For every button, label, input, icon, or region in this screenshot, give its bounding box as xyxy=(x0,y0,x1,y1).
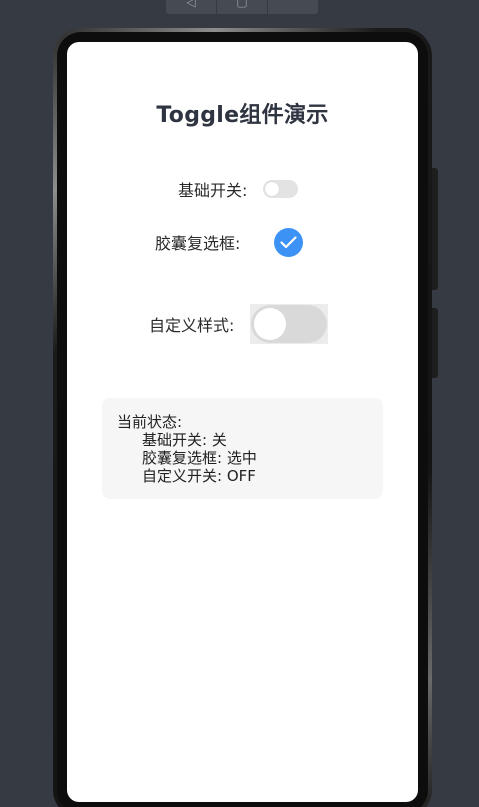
volume-button[interactable] xyxy=(432,168,438,290)
checkmark-icon xyxy=(280,235,298,248)
basic-toggle-knob xyxy=(265,182,280,196)
status-custom-line: 自定义开关: OFF xyxy=(142,467,256,485)
custom-toggle-knob xyxy=(254,308,287,340)
capsule-checkbox-row: 胶囊复选框: xyxy=(155,227,304,257)
custom-toggle-label: 自定义样式: xyxy=(149,316,235,335)
emulator-stage: ◁ ▢ Toggle组件演示 基础开关: 胶囊复选框: 自定义样式: 当前状态:… xyxy=(0,0,479,807)
custom-toggle-row: 自定义样式: xyxy=(149,304,329,344)
basic-toggle-row: 基础开关: xyxy=(178,178,299,200)
toolbar-extra-button[interactable] xyxy=(268,0,318,14)
status-checkbox-line: 胶囊复选框: 选中 xyxy=(142,449,257,467)
status-panel: 当前状态: 基础开关: 关 胶囊复选框: 选中 自定义开关: OFF xyxy=(102,398,383,499)
status-title: 当前状态: xyxy=(117,413,183,431)
page-title: Toggle组件演示 xyxy=(156,103,329,128)
custom-toggle-container xyxy=(250,304,329,344)
capsule-checkbox[interactable] xyxy=(274,227,304,257)
toolbar-back-button[interactable]: ◁ xyxy=(166,0,217,14)
status-basic-line: 基础开关: 关 xyxy=(142,431,227,449)
app-screen: Toggle组件演示 基础开关: 胶囊复选框: 自定义样式: 当前状态: 基础开… xyxy=(67,42,418,802)
power-button[interactable] xyxy=(432,308,438,378)
toolbar-window-button[interactable]: ▢ xyxy=(217,0,268,14)
emulator-toolbar: ◁ ▢ xyxy=(166,0,318,14)
basic-toggle-label: 基础开关: xyxy=(178,181,248,200)
window-icon: ▢ xyxy=(236,0,248,9)
capsule-checkbox-label: 胶囊复选框: xyxy=(155,234,241,253)
back-icon: ◁ xyxy=(186,0,196,9)
custom-toggle-switch[interactable] xyxy=(251,305,328,343)
basic-toggle-switch[interactable] xyxy=(263,180,299,198)
